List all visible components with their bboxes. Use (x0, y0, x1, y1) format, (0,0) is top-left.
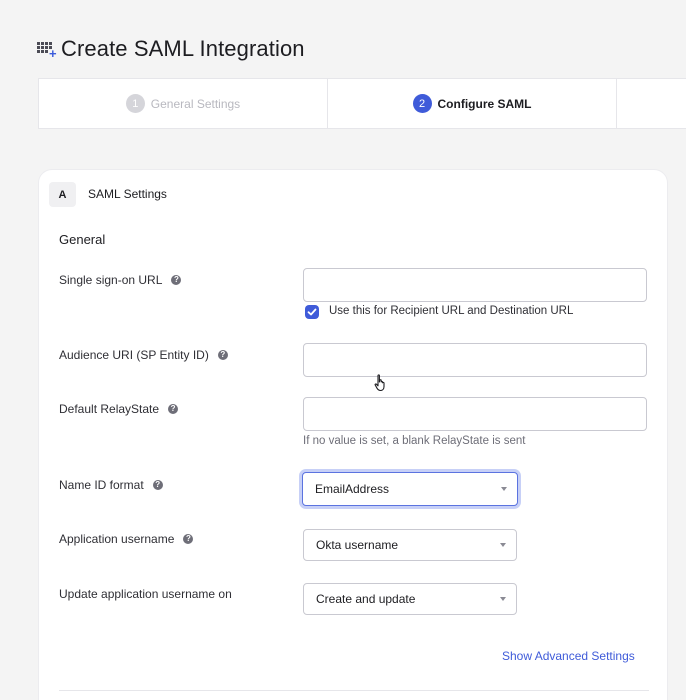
chevron-down-icon (500, 597, 506, 601)
page-title: Create SAML Integration (61, 36, 305, 61)
audience-uri-label: Audience URI (SP Entity ID) ? (59, 348, 228, 362)
help-icon[interactable]: ? (152, 480, 163, 490)
chevron-down-icon (501, 487, 507, 491)
step-general-settings[interactable]: 1 General Settings (39, 79, 328, 128)
name-id-format-select[interactable]: EmailAddress (302, 472, 518, 506)
name-id-format-label-text: Name ID format (59, 478, 144, 492)
relay-state-label-text: Default RelayState (59, 402, 160, 416)
help-icon[interactable]: ? (171, 275, 182, 285)
relay-state-hint: If no value is set, a blank RelayState i… (303, 435, 526, 447)
app-username-value: Okta username (316, 538, 399, 552)
recipient-checkbox[interactable] (305, 305, 319, 319)
chevron-down-icon (500, 543, 506, 547)
app-username-select[interactable]: Okta username (303, 529, 517, 561)
sso-url-input[interactable] (303, 268, 647, 302)
audience-uri-label-text: Audience URI (SP Entity ID) (59, 348, 209, 362)
step-configure-saml[interactable]: 2 Configure SAML (328, 79, 617, 128)
step-label-general-settings: General Settings (150, 96, 241, 111)
step-label-configure-saml: Configure SAML (437, 96, 532, 111)
app-username-label-text: Application username (59, 532, 175, 546)
page-header: + Create SAML Integration (37, 36, 305, 62)
hand-cursor-icon (374, 374, 385, 392)
name-id-format-label: Name ID format ? (59, 478, 163, 492)
name-id-format-value: EmailAddress (315, 482, 390, 496)
update-username-select[interactable]: Create and update (303, 583, 517, 615)
grid-plus-icon: + (37, 38, 59, 60)
app-username-label: Application username ? (59, 532, 194, 546)
help-icon[interactable]: ? (168, 404, 179, 414)
help-icon[interactable]: ? (183, 534, 194, 544)
audience-uri-input[interactable] (303, 343, 647, 377)
recipient-checkbox-label[interactable]: Use this for Recipient URL and Destinati… (329, 305, 573, 317)
check-icon (307, 308, 317, 316)
section-subtitle: General (59, 232, 106, 247)
saml-settings-card: A SAML Settings General Single sign-on U… (38, 169, 668, 700)
sso-url-label-text: Single sign-on URL (59, 273, 163, 287)
relay-state-label: Default RelayState ? (59, 402, 179, 416)
wizard-steps: 1 General Settings 2 Configure SAML (38, 78, 686, 129)
section-divider (59, 690, 649, 691)
update-username-label: Update application username on (59, 587, 232, 601)
update-username-value: Create and update (316, 592, 416, 606)
update-username-label-text: Update application username on (59, 587, 232, 601)
sso-url-label: Single sign-on URL ? (59, 273, 182, 287)
step-next[interactable] (617, 79, 686, 128)
step-number-1: 1 (125, 94, 145, 113)
section-title: SAML Settings (88, 187, 167, 201)
step-number-2: 2 (412, 94, 432, 113)
section-badge: A (49, 182, 76, 207)
show-advanced-settings-link[interactable]: Show Advanced Settings (502, 649, 635, 663)
help-icon[interactable]: ? (217, 350, 228, 360)
relay-state-input[interactable] (303, 397, 647, 431)
